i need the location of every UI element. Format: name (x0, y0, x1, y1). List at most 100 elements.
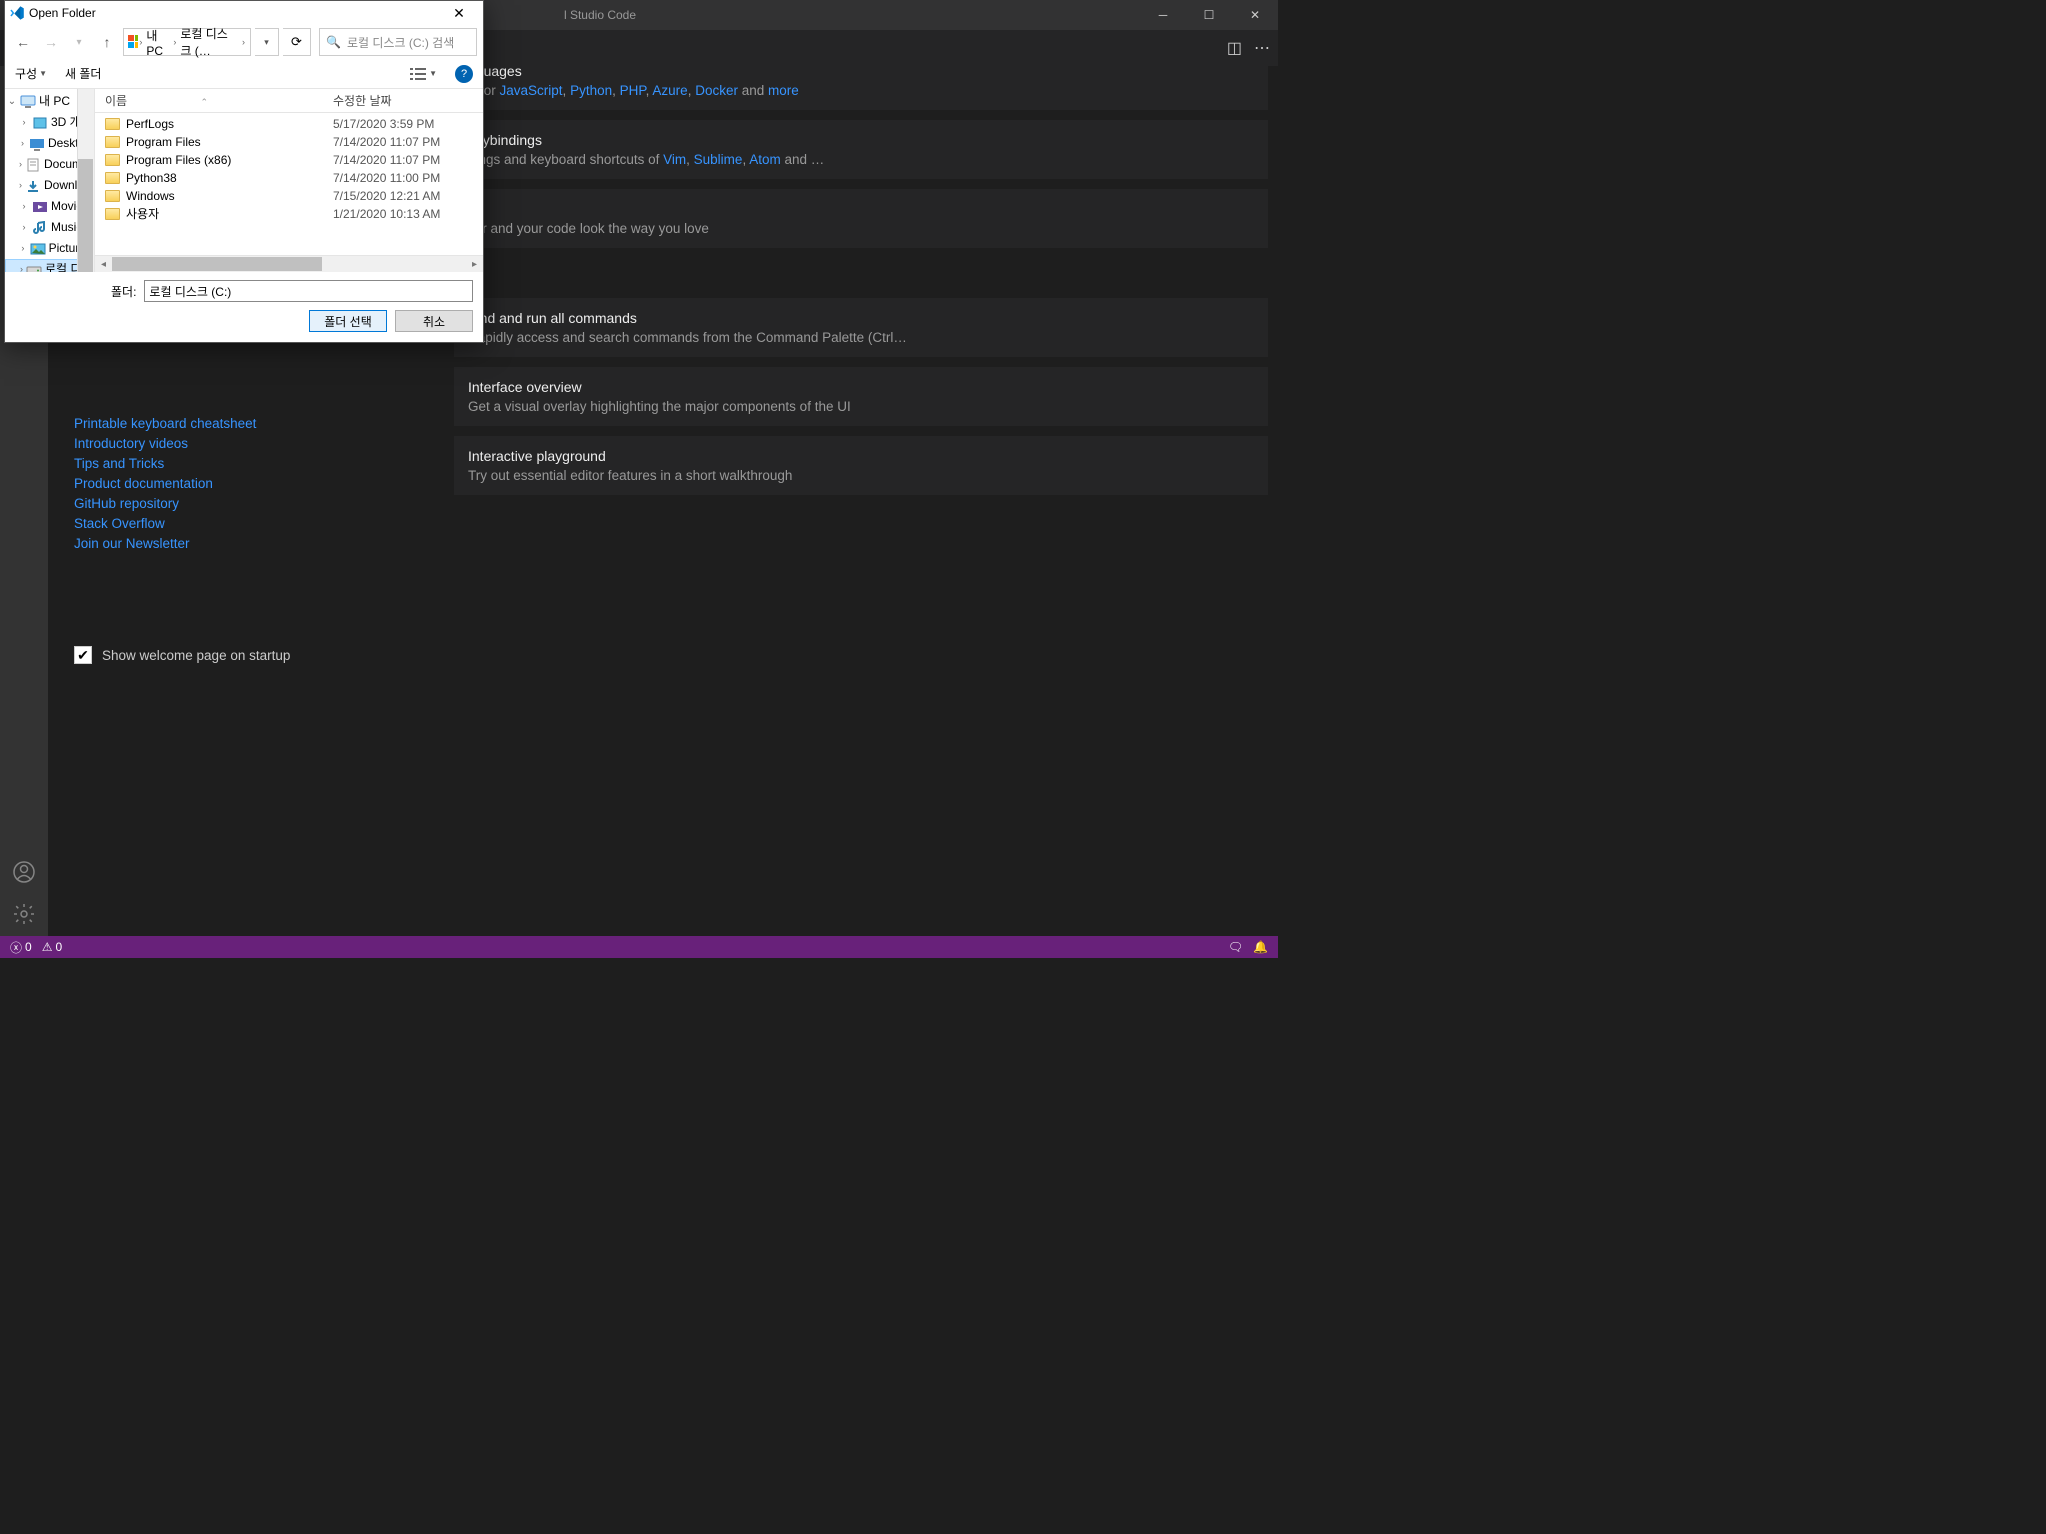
breadcrumb-drive[interactable]: 로컬 디스크 (… (177, 25, 241, 59)
show-welcome-checkbox[interactable]: ✔ Show welcome page on startup (74, 646, 444, 664)
help-button[interactable]: ? (455, 65, 473, 83)
select-folder-button[interactable]: 폴더 선택 (309, 310, 387, 332)
search-icon: 🔍 (326, 35, 341, 49)
column-headers[interactable]: 이름 ⌃ 수정한 날짜 (95, 89, 483, 113)
view-options-button[interactable]: ▼ (410, 67, 437, 81)
nav-forward-button[interactable]: → (39, 30, 63, 54)
chevron-right-icon[interactable]: › (19, 240, 27, 257)
link-cheatsheet[interactable]: Printable keyboard cheatsheet (74, 416, 444, 431)
account-icon[interactable] (12, 860, 36, 884)
chevron-right-icon[interactable]: › (20, 261, 23, 272)
card-commands[interactable]: Find and run all commands Rapidly access… (454, 298, 1268, 357)
link-tips-tricks[interactable]: Tips and Tricks (74, 456, 444, 471)
chevron-down-icon[interactable]: ⌄ (7, 93, 17, 110)
nav-up-button[interactable]: ↑ (95, 30, 119, 54)
tree-scrollbar[interactable] (77, 89, 94, 272)
scroll-right-icon[interactable]: ▸ (466, 259, 483, 270)
link-more[interactable]: more (768, 83, 799, 98)
file-row[interactable]: Python387/14/2020 11:00 PM (95, 169, 483, 187)
file-name: Program Files (x86) (126, 152, 231, 168)
folder-type-icon (29, 137, 45, 151)
view-list-icon (410, 67, 426, 81)
file-row[interactable]: Windows7/15/2020 12:21 AM (95, 187, 483, 205)
card-desc: Try out essential editor features in a s… (468, 468, 1254, 483)
link-github[interactable]: GitHub repository (74, 496, 444, 511)
card-theme[interactable]: itor and your code look the way you love (454, 189, 1268, 248)
card-desc: rt for JavaScript, Python, PHP, Azure, D… (468, 83, 1254, 98)
file-date: 5/17/2020 3:59 PM (333, 116, 473, 132)
file-pane: 이름 ⌃ 수정한 날짜 PerfLogs5/17/2020 3:59 PMPro… (95, 89, 483, 272)
file-row[interactable]: PerfLogs5/17/2020 3:59 PM (95, 115, 483, 133)
card-languages[interactable]: nguages rt for JavaScript, Python, PHP, … (454, 66, 1268, 110)
link-python[interactable]: Python (570, 83, 612, 98)
checkbox-label: Show welcome page on startup (102, 648, 290, 663)
chevron-right-icon[interactable]: › (19, 114, 29, 131)
chevron-right-icon[interactable]: › (241, 37, 246, 47)
chevron-right-icon[interactable]: › (19, 219, 29, 236)
link-vim[interactable]: Vim (663, 152, 686, 167)
file-row[interactable]: Program Files (x86)7/14/2020 11:07 PM (95, 151, 483, 169)
scrollbar-thumb[interactable] (112, 257, 322, 271)
feedback-icon[interactable]: 🗨 (1228, 940, 1243, 954)
folder-type-icon (26, 263, 42, 273)
dialog-bottom: 폴더: 폴더 선택 취소 (5, 272, 483, 342)
address-history-dropdown[interactable]: ▾ (255, 28, 279, 56)
chevron-right-icon[interactable]: › (19, 177, 22, 194)
column-date[interactable]: 수정한 날짜 (333, 92, 473, 109)
dialog-close-button[interactable]: ✕ (439, 5, 479, 22)
address-bar[interactable]: › 내 PC › 로컬 디스크 (… › (123, 28, 251, 56)
dialog-title: Open Folder (29, 6, 96, 20)
maximize-button[interactable]: ☐ (1186, 0, 1232, 30)
chevron-right-icon[interactable]: › (19, 156, 22, 173)
link-azure[interactable]: Azure (652, 83, 687, 98)
folder-icon (105, 190, 120, 202)
chevron-right-icon[interactable]: › (19, 198, 29, 215)
link-docker[interactable]: Docker (695, 83, 738, 98)
card-interface-overview[interactable]: Interface overview Get a visual overlay … (454, 367, 1268, 426)
link-intro-videos[interactable]: Introductory videos (74, 436, 444, 451)
vscode-logo-icon (9, 5, 25, 21)
card-desc: Rapidly access and search commands from … (468, 330, 1254, 345)
file-row[interactable]: 사용자1/21/2020 10:13 AM (95, 205, 483, 223)
nav-back-button[interactable]: ← (11, 30, 35, 54)
new-folder-button[interactable]: 새 폴더 (65, 65, 101, 82)
bell-icon[interactable]: 🔔 (1253, 940, 1268, 954)
split-editor-icon[interactable]: ◫ (1227, 38, 1242, 58)
tree-pane[interactable]: ⌄ 내 PC ›3D 개체›Desktop›Documents›Download… (5, 89, 95, 272)
cancel-button[interactable]: 취소 (395, 310, 473, 332)
card-playground[interactable]: Interactive playground Try out essential… (454, 436, 1268, 495)
close-window-button[interactable]: ✕ (1232, 0, 1278, 30)
file-date: 7/14/2020 11:00 PM (333, 170, 473, 186)
organize-menu[interactable]: 구성 ▼ (15, 65, 47, 82)
folder-icon (105, 208, 120, 220)
status-warnings[interactable]: ⚠0 (42, 940, 62, 954)
card-keybindings[interactable]: keybindings ttings and keyboard shortcut… (454, 120, 1268, 179)
link-atom[interactable]: Atom (749, 152, 781, 167)
status-bar: ⓧ0 ⚠0 🗨 🔔 (0, 936, 1278, 958)
refresh-button[interactable]: ⟳ (283, 28, 311, 56)
breadcrumb-pc[interactable]: 내 PC (143, 27, 172, 58)
link-product-docs[interactable]: Product documentation (74, 476, 444, 491)
folder-name-input[interactable] (144, 280, 473, 302)
link-sublime[interactable]: Sublime (694, 152, 743, 167)
scrollbar-thumb[interactable] (78, 159, 93, 272)
link-php[interactable]: PHP (620, 83, 646, 98)
more-actions-icon[interactable]: ⋯ (1254, 38, 1270, 58)
scroll-left-icon[interactable]: ◂ (95, 259, 112, 270)
link-javascript[interactable]: JavaScript (500, 83, 563, 98)
column-name[interactable]: 이름 ⌃ (105, 92, 333, 109)
file-row[interactable]: Program Files7/14/2020 11:07 PM (95, 133, 483, 151)
settings-gear-icon[interactable] (12, 902, 36, 926)
file-date: 7/14/2020 11:07 PM (333, 134, 473, 150)
nav-history-dropdown[interactable]: ▾ (67, 30, 91, 54)
chevron-right-icon[interactable]: › (19, 135, 26, 152)
card-desc: itor and your code look the way you love (468, 221, 1254, 236)
search-input[interactable]: 🔍 로컬 디스크 (C:) 검색 (319, 28, 477, 56)
file-list[interactable]: PerfLogs5/17/2020 3:59 PMProgram Files7/… (95, 113, 483, 255)
link-stackoverflow[interactable]: Stack Overflow (74, 516, 444, 531)
link-newsletter[interactable]: Join our Newsletter (74, 536, 444, 551)
horizontal-scrollbar[interactable]: ◂ ▸ (95, 255, 483, 272)
file-date: 1/21/2020 10:13 AM (333, 206, 473, 222)
status-errors[interactable]: ⓧ0 (10, 939, 32, 956)
minimize-button[interactable]: ─ (1140, 0, 1186, 30)
